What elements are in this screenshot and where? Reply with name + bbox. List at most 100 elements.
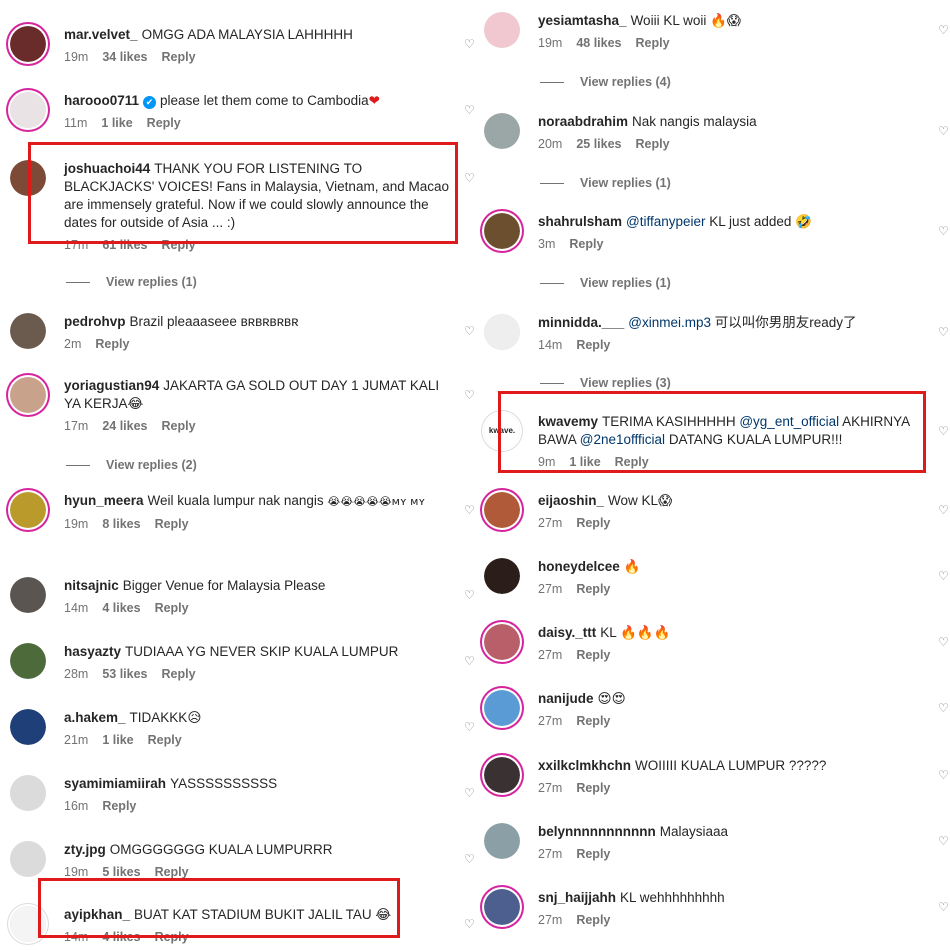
- comment-likes[interactable]: 48 likes: [576, 36, 621, 50]
- reply-button[interactable]: Reply: [576, 648, 610, 662]
- avatar[interactable]: [484, 889, 520, 925]
- avatar[interactable]: kwave.: [484, 413, 520, 449]
- reply-button[interactable]: Reply: [569, 237, 603, 251]
- comment-username[interactable]: yoriagustian94: [64, 378, 159, 393]
- avatar[interactable]: [484, 757, 520, 793]
- comment-username[interactable]: daisy._ttt: [538, 625, 596, 640]
- comment-likes[interactable]: 24 likes: [102, 419, 147, 433]
- avatar[interactable]: [484, 213, 520, 249]
- avatar[interactable]: [484, 314, 520, 350]
- avatar[interactable]: [484, 690, 520, 726]
- comment-username[interactable]: xxilkclmkhchn: [538, 758, 631, 773]
- reply-button[interactable]: Reply: [162, 238, 196, 252]
- avatar[interactable]: [484, 12, 520, 48]
- comment-username[interactable]: yesiamtasha_: [538, 13, 627, 28]
- view-replies-button[interactable]: View replies (2): [66, 458, 197, 472]
- comment-likes[interactable]: 8 likes: [102, 517, 140, 531]
- comment-username[interactable]: hyun_meera: [64, 493, 144, 508]
- comment-username[interactable]: shahrulsham: [538, 214, 622, 229]
- reply-button[interactable]: Reply: [147, 116, 181, 130]
- avatar[interactable]: [10, 92, 46, 128]
- view-replies-button[interactable]: View replies (3): [540, 376, 671, 390]
- like-heart-icon[interactable]: ♡: [938, 225, 950, 237]
- comment-username[interactable]: kwavemy: [538, 414, 598, 429]
- comment-username[interactable]: harooo0711: [64, 93, 139, 108]
- reply-button[interactable]: Reply: [155, 601, 189, 615]
- comment-likes[interactable]: 53 likes: [102, 667, 147, 681]
- comment-likes[interactable]: 1 like: [569, 455, 600, 469]
- comment-username[interactable]: zty.jpg: [64, 842, 106, 857]
- comment-likes[interactable]: 61 likes: [102, 238, 147, 252]
- comment-likes[interactable]: 1 like: [101, 116, 132, 130]
- comment-username[interactable]: joshuachoi44: [64, 161, 150, 176]
- comment-likes[interactable]: 1 like: [102, 733, 133, 747]
- avatar[interactable]: [484, 624, 520, 660]
- comment-username[interactable]: mar.velvet_: [64, 27, 138, 42]
- avatar[interactable]: [10, 709, 46, 745]
- avatar[interactable]: [10, 26, 46, 62]
- comment-username[interactable]: snj_haijjahh: [538, 890, 616, 905]
- reply-button[interactable]: Reply: [162, 667, 196, 681]
- comment-username[interactable]: noraabdrahim: [538, 114, 628, 129]
- comment-username[interactable]: syamimiamiirah: [64, 776, 166, 791]
- comment-username[interactable]: a.hakem_: [64, 710, 126, 725]
- like-heart-icon[interactable]: ♡: [938, 835, 950, 847]
- comment-username[interactable]: nitsajnic: [64, 578, 119, 593]
- avatar[interactable]: [10, 906, 46, 942]
- reply-button[interactable]: Reply: [576, 781, 610, 795]
- reply-button[interactable]: Reply: [636, 36, 670, 50]
- comment-likes[interactable]: 4 likes: [102, 601, 140, 615]
- comment-likes[interactable]: 5 likes: [102, 865, 140, 879]
- like-heart-icon[interactable]: ♡: [938, 125, 950, 137]
- reply-button[interactable]: Reply: [162, 50, 196, 64]
- like-heart-icon[interactable]: ♡: [938, 326, 950, 338]
- reply-button[interactable]: Reply: [576, 338, 610, 352]
- like-heart-icon[interactable]: ♡: [938, 769, 950, 781]
- comment-username[interactable]: belynnnnnnnnnnn: [538, 824, 656, 839]
- comment-username[interactable]: hasyazty: [64, 644, 121, 659]
- comment-likes[interactable]: 34 likes: [102, 50, 147, 64]
- comment-username[interactable]: honeydelcee: [538, 559, 620, 574]
- avatar[interactable]: [10, 160, 46, 196]
- reply-button[interactable]: Reply: [576, 582, 610, 596]
- like-heart-icon[interactable]: ♡: [938, 570, 950, 582]
- comment-username[interactable]: minnidda.___: [538, 315, 624, 330]
- mention-link[interactable]: @xinmei.mp3: [628, 315, 711, 330]
- reply-button[interactable]: Reply: [102, 799, 136, 813]
- like-heart-icon[interactable]: ♡: [938, 636, 950, 648]
- avatar[interactable]: [10, 377, 46, 413]
- comment-username[interactable]: ayipkhan_: [64, 907, 130, 922]
- avatar[interactable]: [10, 577, 46, 613]
- like-heart-icon[interactable]: ♡: [938, 24, 950, 36]
- reply-button[interactable]: Reply: [576, 516, 610, 530]
- avatar[interactable]: [10, 841, 46, 877]
- reply-button[interactable]: Reply: [636, 137, 670, 151]
- avatar[interactable]: [484, 492, 520, 528]
- comment-likes[interactable]: 25 likes: [576, 137, 621, 151]
- view-replies-button[interactable]: View replies (1): [66, 275, 197, 289]
- mention-link[interactable]: @yg_ent_official: [739, 414, 839, 429]
- comment-likes[interactable]: 4 likes: [102, 930, 140, 944]
- reply-button[interactable]: Reply: [148, 733, 182, 747]
- reply-button[interactable]: Reply: [576, 714, 610, 728]
- comment-username[interactable]: eijaoshin_: [538, 493, 604, 508]
- reply-button[interactable]: Reply: [615, 455, 649, 469]
- avatar[interactable]: [10, 775, 46, 811]
- like-heart-icon[interactable]: ♡: [938, 425, 950, 437]
- reply-button[interactable]: Reply: [576, 847, 610, 861]
- reply-button[interactable]: Reply: [162, 419, 196, 433]
- view-replies-button[interactable]: View replies (4): [540, 75, 671, 89]
- avatar[interactable]: [10, 492, 46, 528]
- like-heart-icon[interactable]: ♡: [938, 901, 950, 913]
- avatar[interactable]: [484, 558, 520, 594]
- avatar[interactable]: [10, 313, 46, 349]
- avatar[interactable]: [484, 823, 520, 859]
- view-replies-button[interactable]: View replies (1): [540, 176, 671, 190]
- reply-button[interactable]: Reply: [155, 517, 189, 531]
- like-heart-icon[interactable]: ♡: [938, 504, 950, 516]
- reply-button[interactable]: Reply: [576, 913, 610, 927]
- mention-link[interactable]: @tiffanypeier: [626, 214, 706, 229]
- view-replies-button[interactable]: View replies (1): [540, 276, 671, 290]
- reply-button[interactable]: Reply: [155, 930, 189, 944]
- avatar[interactable]: [10, 643, 46, 679]
